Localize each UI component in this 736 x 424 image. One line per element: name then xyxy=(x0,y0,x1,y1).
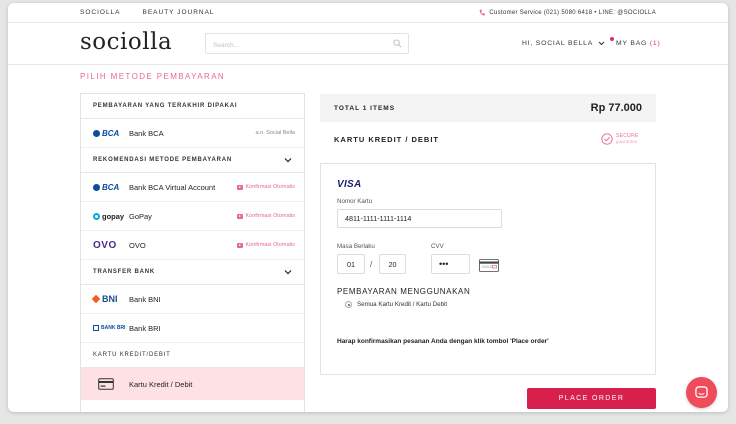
top-links: SOCIOLLA BEAUTY JOURNAL xyxy=(80,9,215,16)
search-icon[interactable] xyxy=(393,39,402,48)
payment-option-bca-va[interactable]: BCA Bank BCA Virtual Account Konfirmasi … xyxy=(81,173,304,202)
chat-button[interactable] xyxy=(686,377,717,408)
card-number-field[interactable]: 4811-1111-1111-1114 xyxy=(337,209,502,228)
greeting-text: HI, SOCIAL BELLA xyxy=(522,40,594,47)
payment-option-label: Bank BRI xyxy=(129,323,161,333)
card-heading: KARTU KREDIT/DEBIT xyxy=(81,343,304,368)
gopay-logo: gopay xyxy=(93,212,124,221)
chat-icon[interactable] xyxy=(695,386,708,399)
recommended-heading[interactable]: REKOMENDASI METODE PEMBAYARAN xyxy=(81,148,304,173)
payment-option-bank-bni[interactable]: BNI Bank BNI xyxy=(81,285,304,314)
browser-window: SOCIOLLA BEAUTY JOURNAL Customer Service… xyxy=(8,3,728,412)
last-used-heading-text: PEMBAYARAN YANG TERAKHIR DIPAKAI xyxy=(93,103,238,109)
total-amount: Rp 77.000 xyxy=(590,102,642,114)
last-used-heading: PEMBAYARAN YANG TERAKHIR DIPAKAI xyxy=(81,94,304,119)
bca-logo: BCA xyxy=(93,183,119,192)
payment-option-label: Bank BCA Virtual Account xyxy=(129,182,216,192)
payment-option-bank-bri[interactable]: BANK BRI Bank BRI xyxy=(81,314,304,343)
confirm-instruction: Harap konfirmasikan pesanan Anda dengan … xyxy=(337,338,549,345)
place-order-button[interactable]: PLACE ORDER xyxy=(527,388,656,409)
ovo-logo: OVO xyxy=(93,239,117,251)
card-heading-text: KARTU KREDIT/DEBIT xyxy=(93,352,171,358)
payment-option-label: GoPay xyxy=(129,211,152,221)
payment-using-option[interactable]: Semua Kartu Kredit / Kartu Debit xyxy=(345,301,447,308)
recommended-heading-text: REKOMENDASI METODE PEMBAYARAN xyxy=(93,157,232,163)
secure-guarantee-badge: SECURE guarantee xyxy=(601,133,639,145)
transfer-heading-text: TRANSFER BANK xyxy=(93,269,156,275)
chevron-down-icon[interactable] xyxy=(284,157,292,163)
order-total-bar: TOTAL 1 ITEMS Rp 77.000 xyxy=(320,94,656,122)
payment-option-gopay[interactable]: gopay GoPay Konfirmasi Otomatis xyxy=(81,202,304,231)
my-bag-link[interactable]: MY BAG (1) xyxy=(616,40,661,47)
credit-card-icon xyxy=(98,378,114,390)
payment-option-label: Bank BNI xyxy=(129,294,161,304)
sociolla-logo[interactable]: sociolla xyxy=(80,29,172,55)
total-items-label: TOTAL 1 ITEMS xyxy=(334,104,396,112)
account-menu[interactable]: HI, SOCIAL BELLA xyxy=(522,37,615,47)
credit-card-form: VISA Nomor Kartu 4811-1111-1111-1114 Mas… xyxy=(320,163,656,375)
account-holder-note: a.n. Social Bella xyxy=(255,130,295,136)
card-cvv-icon xyxy=(479,259,499,272)
payment-option-ovo[interactable]: OVO OVO Konfirmasi Otomatis xyxy=(81,231,304,260)
play-icon xyxy=(237,184,244,190)
payment-using-heading: PEMBAYARAN MENGGUNAKAN xyxy=(337,287,471,296)
bag-count: (1) xyxy=(649,40,661,47)
search-input[interactable] xyxy=(206,36,386,55)
expiry-separator: / xyxy=(370,260,373,269)
visa-logo: VISA xyxy=(337,179,362,190)
cvv-label: CVV xyxy=(431,243,444,250)
play-icon xyxy=(237,242,244,248)
payment-option-label: OVO xyxy=(129,240,146,250)
contact-info: Customer Service (021) 5080 6418 • LINE:… xyxy=(479,9,656,16)
guarantee-label: guarantee xyxy=(616,139,638,144)
payment-using-option-label: Semua Kartu Kredit / Kartu Debit xyxy=(357,301,448,308)
cvv-field[interactable]: ••• xyxy=(431,254,470,274)
notification-dot xyxy=(610,37,615,41)
auto-confirm-badge: Konfirmasi Otomatis xyxy=(237,213,295,219)
bri-logo: BANK BRI xyxy=(93,325,125,331)
site-header: sociolla HI, SOCIAL BELLA MY BAG (1) xyxy=(8,23,728,65)
top-bar: SOCIOLLA BEAUTY JOURNAL Customer Service… xyxy=(8,3,728,23)
contact-text: Customer Service (021) 5080 6418 • LINE:… xyxy=(489,9,656,16)
payment-option-credit-card[interactable]: Kartu Kredit / Debit xyxy=(81,368,304,400)
payment-method-list: PEMBAYARAN YANG TERAKHIR DIPAKAI BCA Ban… xyxy=(80,93,305,412)
payment-option-label: Bank BCA xyxy=(129,128,164,138)
bni-logo: BNI xyxy=(91,294,118,304)
play-icon xyxy=(237,213,244,219)
expiry-label: Masa Berlaku xyxy=(337,243,375,250)
page-title: PILIH METODE PEMBAYARAN xyxy=(80,72,226,81)
radio-button[interactable] xyxy=(345,301,352,308)
card-number-label: Nomor Kartu xyxy=(337,198,373,205)
transfer-bank-heading[interactable]: TRANSFER BANK xyxy=(81,260,304,285)
bca-logo: BCA xyxy=(93,129,119,138)
auto-confirm-badge: Konfirmasi Otomatis xyxy=(237,184,295,190)
chevron-down-icon[interactable] xyxy=(284,269,292,275)
search-box[interactable] xyxy=(205,33,409,55)
sociolla-link[interactable]: SOCIOLLA xyxy=(80,9,121,16)
payment-option-bank-bca[interactable]: BCA Bank BCA a.n. Social Bella xyxy=(81,119,304,148)
beauty-journal-link[interactable]: BEAUTY JOURNAL xyxy=(143,9,215,16)
bag-label: MY BAG xyxy=(616,40,648,47)
phone-icon xyxy=(480,9,486,16)
auto-confirm-badge: Konfirmasi Otomatis xyxy=(237,242,295,248)
expiry-year-field[interactable]: 20 xyxy=(379,254,406,274)
chevron-down-icon xyxy=(598,41,605,46)
shield-check-icon xyxy=(601,133,613,145)
payment-option-label: Kartu Kredit / Debit xyxy=(129,379,193,389)
card-section-title: KARTU KREDIT / DEBIT xyxy=(334,135,439,144)
expiry-month-field[interactable]: 01 xyxy=(337,254,365,274)
